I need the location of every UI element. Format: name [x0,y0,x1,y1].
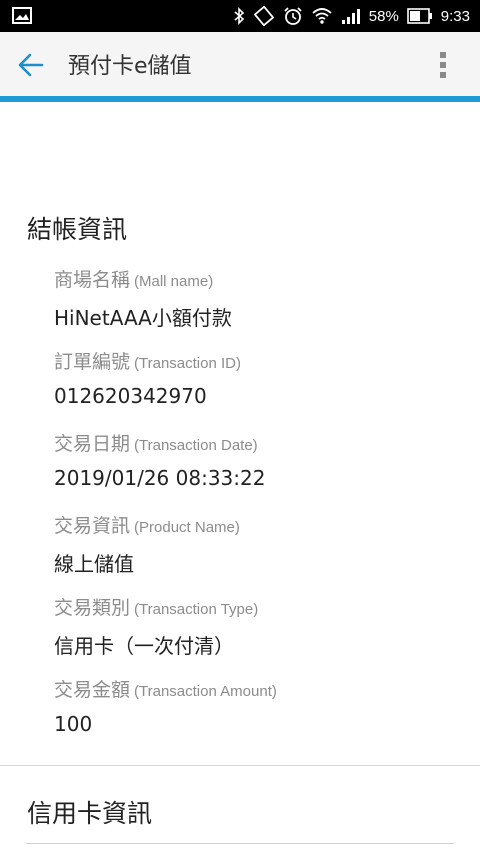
transaction-amount-label: 交易金額 (Transaction Amount) [54,679,277,701]
image-icon [12,7,32,29]
product-name-value: 線上儲值 [54,552,134,576]
overflow-menu-button[interactable] [434,48,452,82]
more-vertical-icon [440,52,446,58]
clock: 9:33 [440,7,470,25]
mall-name-value: HiNetAAA小額付款 [54,306,232,330]
credit-card-section-title: 信用卡資訊 [27,799,153,828]
app-bar-accent-line [0,96,480,102]
rotate-icon [253,6,275,26]
page-title: 預付卡e儲值 [68,54,192,79]
checkout-section-title: 結帳資訊 [27,215,128,244]
section-divider [0,765,480,766]
transaction-date-label: 交易日期 (Transaction Date) [54,433,258,455]
transaction-id-value: 012620342970 [54,384,207,408]
mall-name-label: 商場名稱 (Mall name) [54,269,214,291]
arrow-left-icon [16,53,46,84]
back-button[interactable] [16,50,52,80]
transaction-id-label: 訂單編號 (Transaction ID) [54,351,241,373]
transaction-type-value: 信用卡（一次付清） [54,634,234,658]
alarm-icon [283,6,303,26]
credit-card-divider [26,843,454,844]
bluetooth-icon [233,7,245,25]
product-name-label: 交易資訊 (Product Name) [54,515,240,537]
transaction-type-label: 交易類別 (Transaction Type) [54,597,259,619]
signal-icon [341,8,361,24]
transaction-amount-value: 100 [54,712,93,736]
battery-icon [406,8,433,24]
status-bar: 58% 9:33 [0,0,480,32]
battery-percent: 58% [368,7,399,25]
wifi-icon [311,7,333,25]
transaction-date-value: 2019/01/26 08:33:22 [54,466,266,490]
